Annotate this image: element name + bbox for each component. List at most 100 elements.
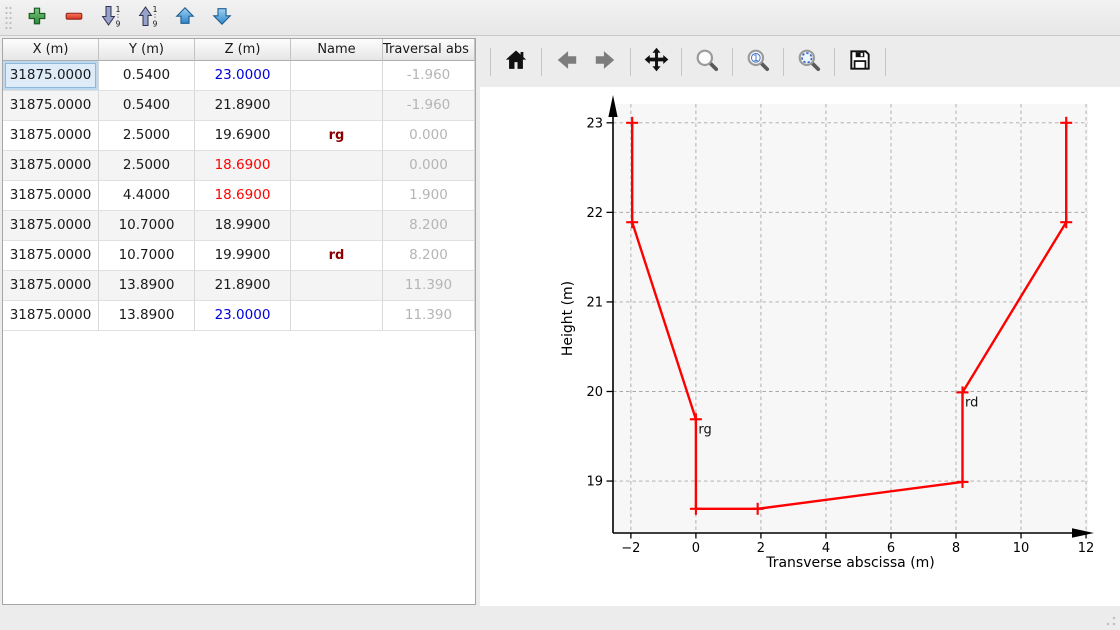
table-row: 31875.000010.700019.9900rd8.200 (3, 241, 475, 271)
cell-name[interactable] (291, 211, 383, 241)
zoom-original-icon: 1 (745, 47, 771, 77)
table-row: 31875.000013.890023.0000 11.390 (3, 301, 475, 331)
add-row-icon (26, 5, 48, 31)
toolbar-separator (885, 48, 886, 76)
add-row-button[interactable] (21, 3, 53, 33)
zoom-selection-button[interactable] (792, 45, 826, 79)
cell-traversal-abs[interactable]: 8.200 (383, 241, 475, 271)
row-edit-toolbar: 1 9 1 9 (0, 0, 1120, 36)
plot-background (613, 104, 1088, 533)
y-tick-label: 19 (586, 475, 603, 490)
home-button[interactable] (499, 45, 533, 79)
forward-arrow-icon (592, 47, 618, 77)
x-tick-label: 0 (692, 541, 700, 556)
cell-z[interactable]: 18.6900 (195, 181, 291, 211)
cell-x[interactable]: 31875.0000 (3, 301, 99, 331)
cell-name[interactable] (291, 271, 383, 301)
toolbar-separator (834, 48, 835, 76)
cell-y[interactable]: 4.4000 (99, 181, 195, 211)
zoom-original-button[interactable]: 1 (741, 45, 775, 79)
cell-y[interactable]: 0.5400 (99, 91, 195, 121)
toolbar-separator (732, 48, 733, 76)
cell-name[interactable] (291, 61, 383, 91)
sort-ascending-button[interactable]: 1 9 (95, 3, 127, 33)
x-tick-label: 10 (1013, 541, 1030, 556)
cell-z[interactable]: 19.9900 (195, 241, 291, 271)
move-row-up-button[interactable] (169, 3, 201, 33)
zoom-selection-icon (796, 47, 822, 77)
svg-text:9: 9 (116, 19, 121, 28)
cell-traversal-abs[interactable]: -1.960 (383, 91, 475, 121)
point-label-rg: rg (698, 422, 711, 437)
cell-y[interactable]: 10.7000 (99, 241, 195, 271)
cell-x[interactable]: 31875.0000 (3, 121, 99, 151)
cell-name[interactable] (291, 181, 383, 211)
cell-x[interactable]: 31875.0000 (3, 241, 99, 271)
zoom-button[interactable] (690, 45, 724, 79)
remove-row-icon (63, 5, 85, 31)
table-row: 31875.00002.500019.6900rg0.000 (3, 121, 475, 151)
column-header-name[interactable]: Name (291, 39, 383, 61)
profile-plot: −20246810121920212223Transverse abscissa… (480, 87, 1120, 606)
x-tick-label: −2 (621, 541, 640, 556)
save-button[interactable] (843, 45, 877, 79)
window-resize-grip[interactable] (1106, 616, 1116, 626)
cell-x[interactable]: 31875.0000 (3, 91, 99, 121)
column-header-x[interactable]: X (m) (3, 39, 99, 61)
move-row-up-icon (174, 5, 196, 31)
table-row: 31875.00004.400018.6900 1.900 (3, 181, 475, 211)
cell-y[interactable]: 13.8900 (99, 301, 195, 331)
move-row-down-button[interactable] (206, 3, 238, 33)
back-button[interactable] (550, 45, 584, 79)
cell-name[interactable] (291, 151, 383, 181)
cell-traversal-abs[interactable]: 8.200 (383, 211, 475, 241)
cell-x[interactable]: 31875.0000 (3, 181, 99, 211)
cell-traversal-abs[interactable]: 11.390 (383, 271, 475, 301)
column-header-y[interactable]: Y (m) (99, 39, 195, 61)
cell-y[interactable]: 10.7000 (99, 211, 195, 241)
cell-z[interactable]: 19.6900 (195, 121, 291, 151)
cell-z[interactable]: 23.0000 (195, 61, 291, 91)
cell-z[interactable]: 18.6900 (195, 151, 291, 181)
cell-z[interactable]: 18.9900 (195, 211, 291, 241)
cell-y[interactable]: 2.5000 (99, 121, 195, 151)
profile-plot-canvas[interactable]: −20246810121920212223Transverse abscissa… (480, 87, 1120, 606)
cell-name[interactable] (291, 301, 383, 331)
sort-descending-button[interactable]: 1 9 (132, 3, 164, 33)
cell-traversal-abs[interactable]: 1.900 (383, 181, 475, 211)
column-header-z[interactable]: Z (m) (195, 39, 291, 61)
x-tick-label: 8 (952, 541, 960, 556)
cell-traversal-abs[interactable]: 0.000 (383, 151, 475, 181)
cell-x[interactable]: 31875.0000 (3, 61, 99, 91)
y-tick-label: 22 (586, 206, 603, 221)
toolbar-drag-handle[interactable] (4, 5, 13, 31)
table-row: 31875.000010.700018.9900 8.200 (3, 211, 475, 241)
save-icon (847, 47, 873, 77)
y-tick-label: 21 (586, 295, 603, 310)
cell-y[interactable]: 13.8900 (99, 271, 195, 301)
y-tick-label: 23 (586, 116, 603, 131)
cell-z[interactable]: 21.8900 (195, 91, 291, 121)
toolbar-separator (541, 48, 542, 76)
cell-traversal-abs[interactable]: -1.960 (383, 61, 475, 91)
x-tick-label: 6 (887, 541, 895, 556)
point-label-rd: rd (965, 395, 978, 410)
forward-button[interactable] (588, 45, 622, 79)
cell-name[interactable]: rg (291, 121, 383, 151)
cell-y[interactable]: 2.5000 (99, 151, 195, 181)
svg-text:1: 1 (153, 5, 158, 14)
cell-name[interactable]: rd (291, 241, 383, 271)
pan-button[interactable] (639, 45, 673, 79)
cell-traversal-abs[interactable]: 0.000 (383, 121, 475, 151)
cell-traversal-abs[interactable]: 11.390 (383, 301, 475, 331)
move-row-down-icon (211, 5, 233, 31)
cell-z[interactable]: 23.0000 (195, 301, 291, 331)
cell-x[interactable]: 31875.0000 (3, 211, 99, 241)
cell-y[interactable]: 0.5400 (99, 61, 195, 91)
remove-row-button[interactable] (58, 3, 90, 33)
cell-x[interactable]: 31875.0000 (3, 271, 99, 301)
column-header-trav[interactable]: Traversal abs (m) (383, 39, 475, 61)
cell-name[interactable] (291, 91, 383, 121)
cell-z[interactable]: 21.8900 (195, 271, 291, 301)
cell-x[interactable]: 31875.0000 (3, 151, 99, 181)
